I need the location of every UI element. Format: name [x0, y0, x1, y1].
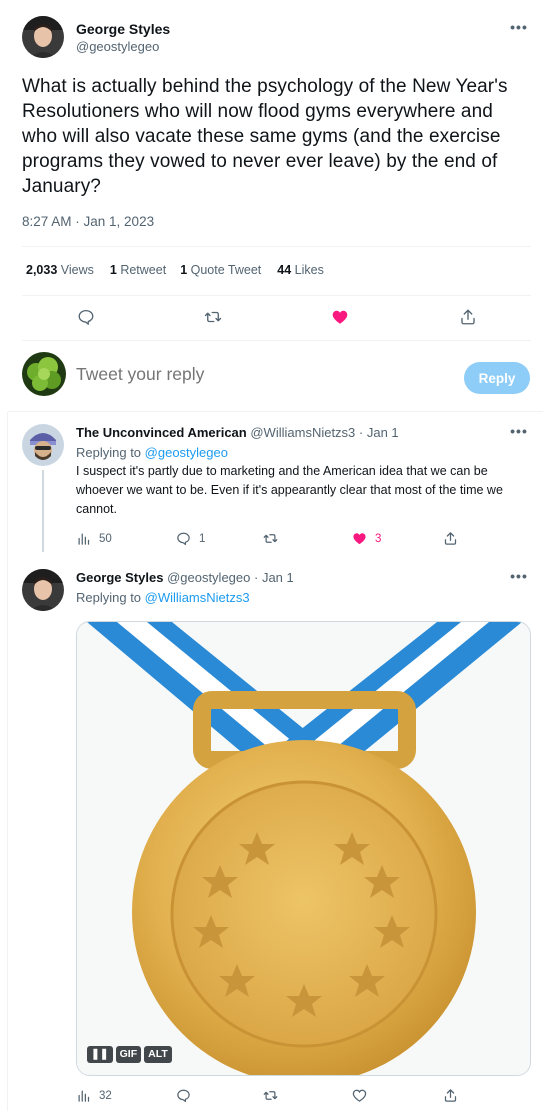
share-icon — [444, 532, 457, 545]
views-icon — [78, 1090, 90, 1102]
views-button[interactable]: 32 — [76, 1088, 112, 1103]
reply-author-handle[interactable]: @WilliamsNietzs3 — [250, 425, 355, 440]
reply-button-small[interactable] — [176, 1088, 191, 1103]
reply-icon — [177, 1089, 190, 1103]
user-avatar[interactable] — [22, 352, 66, 396]
likes-count: 3 — [375, 532, 382, 545]
replies-count: 1 — [199, 532, 206, 545]
gif-badges: ❚❚ GIF ALT — [87, 1046, 172, 1063]
gif-media[interactable]: ❚❚ GIF ALT — [76, 621, 531, 1076]
divider — [8, 411, 543, 412]
reply-actions: 50 1 3 — [76, 531, 516, 551]
heart-icon — [352, 1089, 367, 1102]
divider — [22, 246, 531, 247]
views-icon — [78, 533, 90, 545]
reply-button[interactable]: Reply — [464, 362, 530, 394]
like-button-small[interactable]: 3 — [352, 531, 381, 546]
reply-author-handle[interactable]: @geostylegeo — [167, 570, 250, 585]
reply-author-avatar[interactable] — [22, 424, 64, 466]
retweet-icon — [263, 534, 278, 543]
thread-connector — [42, 470, 44, 552]
views-count: 32 — [99, 1089, 112, 1102]
reply-actions: 32 — [76, 1088, 516, 1108]
main-tweet-header: George Styles @geostylegeo ••• — [22, 16, 531, 64]
retweets-stat[interactable]: 1 Retweet — [110, 263, 166, 277]
share-icon — [444, 1089, 457, 1102]
replying-to-link[interactable]: @WilliamsNietzs3 — [145, 590, 250, 605]
pause-button[interactable]: ❚❚ — [87, 1046, 113, 1063]
like-button-small[interactable] — [352, 1088, 367, 1103]
tweet-timestamp[interactable]: 8:27 AM · Jan 1, 2023 — [22, 214, 154, 229]
views-stat: 2,033 Views — [26, 263, 94, 277]
retweet-button-small[interactable] — [263, 1088, 278, 1103]
author-handle[interactable]: @geostylegeo — [76, 38, 170, 56]
reply-icon — [177, 532, 190, 546]
reply-tweet[interactable]: George Styles @geostylegeo · Jan 1 Reply… — [22, 569, 531, 621]
author-name[interactable]: George Styles — [76, 20, 170, 38]
heart-filled-icon — [353, 533, 366, 545]
share-button-small[interactable] — [443, 531, 458, 546]
reply-author-name[interactable]: George Styles — [76, 570, 163, 585]
views-button[interactable]: 50 — [76, 531, 112, 546]
column-border — [7, 412, 8, 1111]
reply-author-avatar[interactable] — [22, 569, 64, 611]
alt-text-button[interactable]: ALT — [144, 1046, 172, 1063]
more-options-icon[interactable]: ••• — [507, 424, 531, 444]
reply-date[interactable]: · Jan 1 — [359, 425, 399, 440]
more-options-icon[interactable]: ••• — [507, 569, 531, 589]
reply-icon[interactable] — [72, 304, 100, 330]
quote-tweets-stat[interactable]: 1 Quote Tweet — [180, 263, 261, 277]
author-avatar[interactable] — [22, 16, 64, 58]
retweet-icon — [263, 1091, 278, 1100]
divider — [22, 340, 531, 341]
views-count: 50 — [99, 532, 112, 545]
divider — [22, 295, 531, 296]
tweet-actions — [72, 304, 492, 330]
gif-badge: GIF — [115, 1046, 142, 1063]
retweet-button-small[interactable] — [263, 531, 286, 546]
tweet-stats: 2,033 Views 1 Retweet 1 Quote Tweet 44 L… — [26, 263, 324, 277]
replying-to: Replying to @geostylegeo — [76, 445, 228, 460]
heart-filled-icon[interactable] — [326, 304, 354, 330]
likes-stat[interactable]: 44 Likes — [277, 263, 324, 277]
tweet-text: What is actually behind the psychology o… — [22, 76, 508, 197]
reply-input[interactable] — [76, 364, 376, 385]
gold-medal-image — [77, 622, 530, 1075]
retweet-icon[interactable] — [199, 304, 227, 330]
share-icon[interactable] — [454, 304, 482, 330]
reply-text: I suspect it's partly due to marketing a… — [76, 464, 503, 516]
share-button-small[interactable] — [443, 1088, 458, 1103]
reply-composer: Reply — [22, 352, 531, 400]
reply-author-name[interactable]: The Unconvinced American — [76, 425, 247, 440]
replying-to-link[interactable]: @geostylegeo — [145, 445, 228, 460]
reply-date[interactable]: · Jan 1 — [254, 570, 294, 585]
more-options-icon[interactable]: ••• — [507, 20, 531, 40]
replying-to: Replying to @WilliamsNietzs3 — [76, 590, 250, 605]
reply-button-small[interactable]: 1 — [176, 531, 205, 546]
